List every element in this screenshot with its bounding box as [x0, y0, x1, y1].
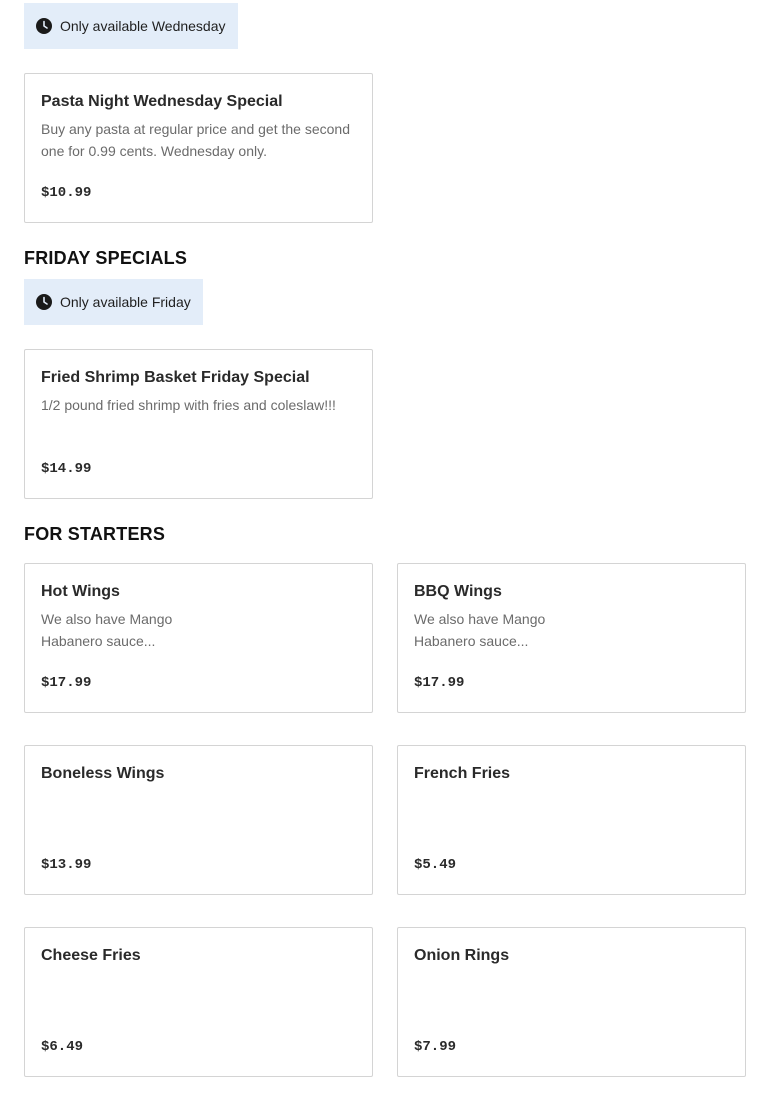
menu-item-name: Fried Shrimp Basket Friday Special — [41, 369, 310, 386]
menu-item-description-line: one for 0.99 cents. Wednesday only. — [41, 143, 267, 159]
availability-badge-label: Only available Friday — [60, 294, 191, 310]
menu-item-price: $10.99 — [41, 185, 92, 201]
menu-item-name: Cheese Fries — [41, 947, 141, 964]
menu-item-description: We also have Mango Habanero sauce... — [414, 608, 729, 652]
menu-item-name: French Fries — [414, 765, 511, 782]
availability-badge-friday: Only available Friday — [24, 279, 203, 325]
menu-item-card[interactable]: Hot Wings We also have Mango Habanero sa… — [24, 563, 373, 713]
menu-item-card[interactable]: Boneless Wings $13.99 — [24, 745, 373, 895]
menu-item-description: 1/2 pound fried shrimp with fries and co… — [41, 394, 356, 416]
menu-item-price: $13.99 — [41, 857, 92, 873]
menu-item-name: BBQ Wings — [414, 583, 502, 600]
menu-item-price: $7.99 — [414, 1039, 457, 1055]
clock-icon — [36, 18, 52, 34]
menu-item-description: Buy any pasta at regular price and get t… — [41, 118, 356, 162]
menu-item-price: $6.49 — [41, 1039, 84, 1055]
menu-item-card[interactable]: Pasta Night Wednesday Special Buy any pa… — [24, 73, 373, 223]
menu-item-description-line: Buy any pasta at regular price and get t… — [41, 121, 350, 137]
menu-item-price: $17.99 — [414, 675, 465, 691]
section-title-friday: FRIDAY SPECIALS — [24, 248, 188, 268]
menu-item-card[interactable]: French Fries $5.49 — [397, 745, 746, 895]
clock-icon — [36, 294, 52, 310]
menu-item-price: $17.99 — [41, 675, 92, 691]
menu-item-name: Hot Wings — [41, 583, 120, 600]
menu-item-price: $14.99 — [41, 461, 92, 477]
menu-item-name: Pasta Night Wednesday Special — [41, 93, 283, 110]
menu-item-card[interactable]: Fried Shrimp Basket Friday Special 1/2 p… — [24, 349, 373, 499]
menu-item-description-line: Habanero sauce... — [41, 633, 156, 649]
menu-item-name: Boneless Wings — [41, 765, 165, 782]
availability-badge-label: Only available Wednesday — [60, 18, 226, 34]
menu-item-name: Onion Rings — [414, 947, 510, 964]
menu-item-description-line: 1/2 pound fried shrimp with fries and co… — [41, 397, 336, 413]
menu-item-description-line: We also have Mango — [41, 611, 173, 627]
menu-item-description: We also have Mango Habanero sauce... — [41, 608, 356, 652]
availability-badge-wednesday: Only available Wednesday — [24, 3, 238, 49]
menu-item-card[interactable]: BBQ Wings We also have Mango Habanero sa… — [397, 563, 746, 713]
menu-item-card[interactable]: Onion Rings $7.99 — [397, 927, 746, 1077]
menu-item-card[interactable]: Cheese Fries $6.49 — [24, 927, 373, 1077]
menu-item-description-line: Habanero sauce... — [414, 633, 529, 649]
section-title-starters: FOR STARTERS — [24, 524, 166, 544]
menu-item-price: $5.49 — [414, 857, 457, 873]
menu-item-description-line: We also have Mango — [414, 611, 546, 627]
